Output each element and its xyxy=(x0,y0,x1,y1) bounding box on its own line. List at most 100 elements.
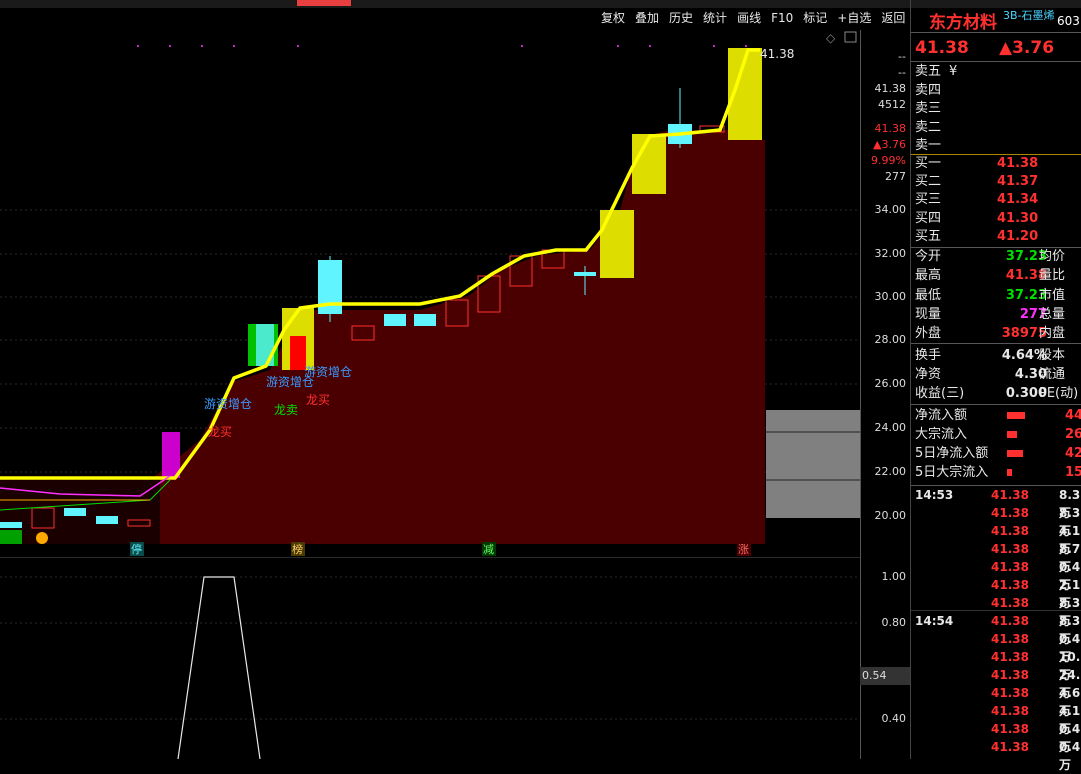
price-axis: -- -- 41.38 4512 41.38 ▲3.76 9.99% 277 3… xyxy=(860,30,910,557)
axis-label: 41.38 xyxy=(874,82,907,95)
price-area xyxy=(150,130,765,544)
diamond-icon[interactable]: ◇ xyxy=(826,31,836,45)
axis-tick: 26.00 xyxy=(874,377,907,390)
flow-value: 421 xyxy=(1065,446,1081,461)
indicator-chart[interactable] xyxy=(0,557,860,759)
axis-tick: 30.00 xyxy=(874,290,907,303)
axis-label: -- xyxy=(898,66,906,79)
toolbar-statistics[interactable]: 统计 xyxy=(698,8,732,28)
orderbook-label: 卖五 xyxy=(915,64,942,79)
tick-row: 41.38 0.4万 xyxy=(915,558,1081,592)
stat-row: 换手 4.64% 股本 xyxy=(915,346,1081,365)
stat-label-2: 内盘 xyxy=(1039,326,1066,342)
axis-tick: 0.80 xyxy=(881,616,907,629)
orderbook-buy-row[interactable]: 买三 41.34 xyxy=(915,191,1081,209)
stat-row: 现量 277 总量 xyxy=(915,305,1081,324)
orderbook-sell-row[interactable]: 卖一 xyxy=(915,137,1081,155)
orderbook-label: 卖一 xyxy=(915,138,942,153)
tick-time: 14:53 xyxy=(915,488,954,502)
stat-label: 最高 xyxy=(915,268,942,284)
fund-flow-row: 大宗流入 264 xyxy=(915,425,1081,444)
orderbook-buy-row[interactable]: 买一 41.38 xyxy=(915,155,1081,173)
toolbar-draw-line[interactable]: 画线 xyxy=(732,8,766,28)
stat-label-2: 市值 xyxy=(1039,287,1066,303)
stat-label-2: 股本 xyxy=(1039,347,1066,363)
tick-price: 41.38 xyxy=(991,650,1029,664)
stat-label: 外盘 xyxy=(915,326,942,342)
tick-volume: 0.4万 xyxy=(1059,740,1081,772)
tick-price: 41.38 xyxy=(991,686,1029,700)
orderbook-sell-row[interactable]: 卖三 xyxy=(915,100,1081,118)
tick-price: 41.38 xyxy=(991,542,1029,556)
flow-bar xyxy=(1007,469,1012,476)
orderbook-price: ¥ xyxy=(949,64,958,79)
orderbook-buy-row[interactable]: 买五 41.20 xyxy=(915,228,1081,246)
axis-tick: 0.40 xyxy=(881,712,907,725)
tick-price: 41.38 xyxy=(991,560,1029,574)
tick-row: 41.38 4.1万 xyxy=(915,522,1081,556)
active-indicator xyxy=(297,0,351,6)
label-dragon-buy-1: 龙买 xyxy=(208,425,232,439)
marker-limit-up: 涨 xyxy=(738,543,749,556)
orderbook-sell-row[interactable]: 卖五 ¥ xyxy=(915,63,1081,81)
tick-row: 41.38 0.4万 xyxy=(915,720,1081,754)
axis-label: ▲3.76 xyxy=(873,138,906,151)
stock-sector-tag[interactable]: 3B-石墨烯 xyxy=(1003,7,1055,23)
axis-tick: 34.00 xyxy=(874,203,907,216)
fund-flow-row: 5日净流入额 421 xyxy=(915,444,1081,463)
flow-label: 净流入额 xyxy=(915,408,968,423)
window-icon[interactable] xyxy=(844,31,857,43)
orderbook-sell-row[interactable]: 卖二 xyxy=(915,119,1081,137)
flow-label: 大宗流入 xyxy=(915,427,968,442)
tick-price: 41.38 xyxy=(991,506,1029,520)
label-dragon-buy-2: 龙买 xyxy=(306,393,330,407)
axis-tick: 22.00 xyxy=(874,465,907,478)
candlestick-chart[interactable]: 41.38 龙买 游资增仓 游资增仓 龙卖 游资增仓 龙买 停 榜 减 涨 ◇ xyxy=(0,30,860,557)
tick-row: 41.38 0.4万 xyxy=(915,738,1081,772)
toolbar-history[interactable]: 历史 xyxy=(664,8,698,28)
orderbook-label: 买二 xyxy=(915,174,942,190)
flow-label: 5日净流入额 xyxy=(915,446,989,461)
tick-price: 41.38 xyxy=(991,578,1029,592)
tick-row: 41.3810.3万 xyxy=(915,648,1081,682)
orderbook-label: 卖二 xyxy=(915,119,942,135)
stock-name[interactable]: 东方材料 xyxy=(929,8,997,33)
indicator-axis: 1.00 0.80 0.54 0.40 xyxy=(860,557,910,759)
stat-row: 净资 4.30 流通 xyxy=(915,365,1081,384)
orderbook-sell-row[interactable]: 卖四 xyxy=(915,82,1081,100)
toolbar-f10[interactable]: F10 xyxy=(766,8,798,28)
stat-label: 最低 xyxy=(915,287,942,303)
stat-label-2: 量比 xyxy=(1039,268,1066,284)
axis-tick: 32.00 xyxy=(874,247,907,260)
toolbar-mark[interactable]: 标记 xyxy=(798,8,832,28)
toolbar-overlay[interactable]: 叠加 xyxy=(630,8,664,28)
orderbook-label: 买三 xyxy=(915,192,942,208)
label-hot-money-3: 游资增仓 xyxy=(304,365,352,379)
flow-label: 5日大宗流入 xyxy=(915,465,989,480)
orderbook-buy-row[interactable]: 买二 41.37 xyxy=(915,173,1081,191)
orderbook-label: 买四 xyxy=(915,210,942,226)
orderbook-price: 41.20 xyxy=(997,228,1039,244)
stat-label: 今开 xyxy=(915,249,942,264)
tick-row: 14:54 41.38 8.3万 xyxy=(915,612,1081,646)
toolbar-add-watchlist[interactable]: +自选 xyxy=(832,8,876,28)
orderbook-buy-row[interactable]: 买四 41.30 xyxy=(915,210,1081,228)
stock-code: 603 xyxy=(1057,14,1080,28)
marker-list: 榜 xyxy=(292,542,303,556)
toolbar-back[interactable]: 返回 xyxy=(876,8,910,28)
label-hot-money-1: 游资增仓 xyxy=(204,397,252,411)
axis-label: 4512 xyxy=(878,98,906,111)
marker-halt: 停 xyxy=(131,542,142,556)
fund-flow-row: 5日大宗流入 156 xyxy=(915,463,1081,482)
orderbook-price: 41.37 xyxy=(997,174,1039,190)
axis-tick: 1.00 xyxy=(881,570,907,583)
axis-tick: 24.00 xyxy=(874,421,907,434)
toolbar-restore-rights[interactable]: 复权 xyxy=(596,8,630,28)
stat-row: 最低 37.23 市值 xyxy=(915,286,1081,305)
tick-row: 41.38 8.7万 xyxy=(915,540,1081,574)
marker-reduce: 减 xyxy=(483,543,494,556)
flow-value: 156 xyxy=(1065,465,1081,480)
tick-price: 41.38 xyxy=(991,488,1029,502)
signal-dots xyxy=(137,45,747,47)
current-price: 41.38 xyxy=(915,38,969,58)
